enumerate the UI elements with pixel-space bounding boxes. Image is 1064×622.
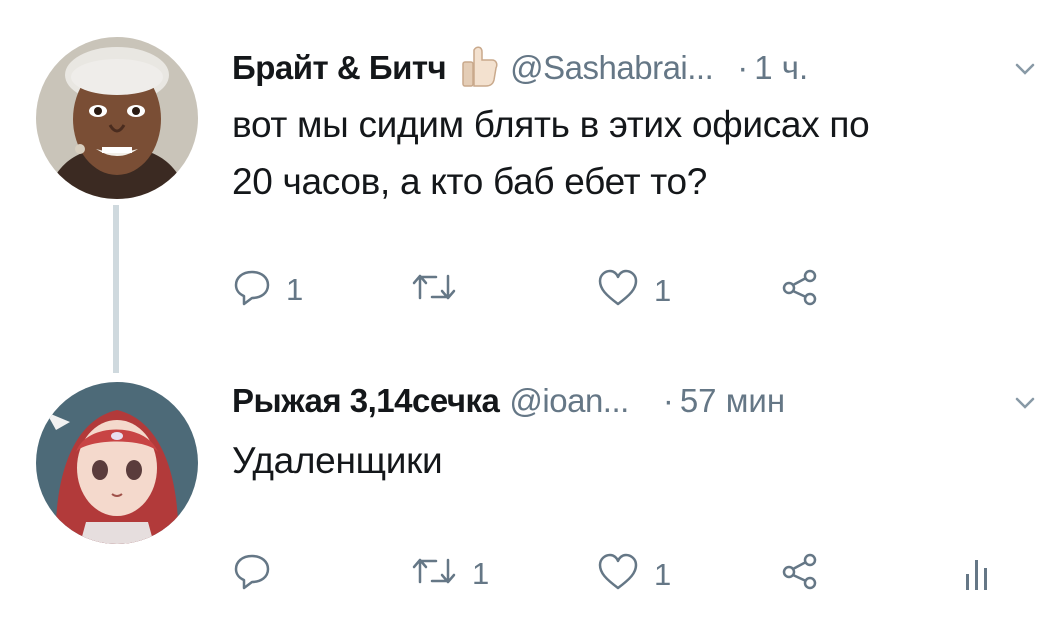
author-handle[interactable]: @Sashabrai... — [510, 49, 714, 87]
time-separator: · — [737, 49, 749, 86]
avatar-image — [36, 37, 198, 199]
retweet-button[interactable]: 1 — [410, 552, 489, 595]
analytics-icon — [962, 552, 992, 597]
share-button[interactable] — [780, 552, 820, 595]
retweet-icon — [410, 552, 458, 595]
avatar-image — [36, 382, 198, 544]
tweet-text: Удаленщики — [232, 432, 1032, 489]
author-name[interactable]: Брайт & Битч — [232, 49, 447, 87]
thumbs-up-emoji-icon — [460, 44, 500, 93]
chevron-down-icon[interactable] — [1014, 392, 1036, 414]
avatar[interactable] — [36, 382, 198, 544]
reply-count: 1 — [286, 271, 304, 307]
like-count: 1 — [654, 556, 672, 592]
tweet-text-line: вот мы сидим блять в этих офисах по — [232, 104, 870, 145]
share-icon — [780, 268, 820, 311]
like-button[interactable]: 1 — [596, 552, 671, 597]
tweet-time[interactable]: 1 ч. — [754, 49, 808, 87]
tweet-header: Рыжая 3,14сечка @ioan... · 57 мин — [232, 375, 785, 427]
share-button[interactable] — [780, 268, 820, 311]
tweet-header: Брайт & Битч @Sashabrai... · 1 ч. — [232, 42, 808, 94]
retweet-icon — [410, 268, 458, 311]
tweet-text: вот мы сидим блять в этих офисах по 20 ч… — [232, 96, 1032, 210]
like-button[interactable]: 1 — [596, 268, 671, 313]
retweet-button[interactable] — [410, 268, 472, 311]
thread-line — [113, 205, 119, 373]
author-handle[interactable]: @ioan... — [509, 382, 629, 420]
like-icon — [596, 552, 640, 597]
avatar[interactable] — [36, 37, 198, 199]
author-name[interactable]: Рыжая 3,14сечка — [232, 382, 500, 420]
chevron-down-icon[interactable] — [1014, 58, 1036, 80]
reply-icon — [232, 268, 272, 311]
like-count: 1 — [654, 272, 672, 308]
time-separator: · — [662, 382, 674, 419]
share-icon — [780, 552, 820, 595]
tweet-text-line: Удаленщики — [232, 440, 443, 481]
like-icon — [596, 268, 640, 313]
reply-button[interactable] — [232, 552, 286, 595]
retweet-count: 1 — [472, 555, 490, 591]
tweet-text-line: 20 часов, а кто баб ебет то? — [232, 161, 708, 202]
tweet-time[interactable]: 57 мин — [680, 382, 785, 420]
reply-button[interactable]: 1 — [232, 268, 303, 311]
analytics-button[interactable] — [962, 552, 992, 597]
reply-icon — [232, 552, 272, 595]
